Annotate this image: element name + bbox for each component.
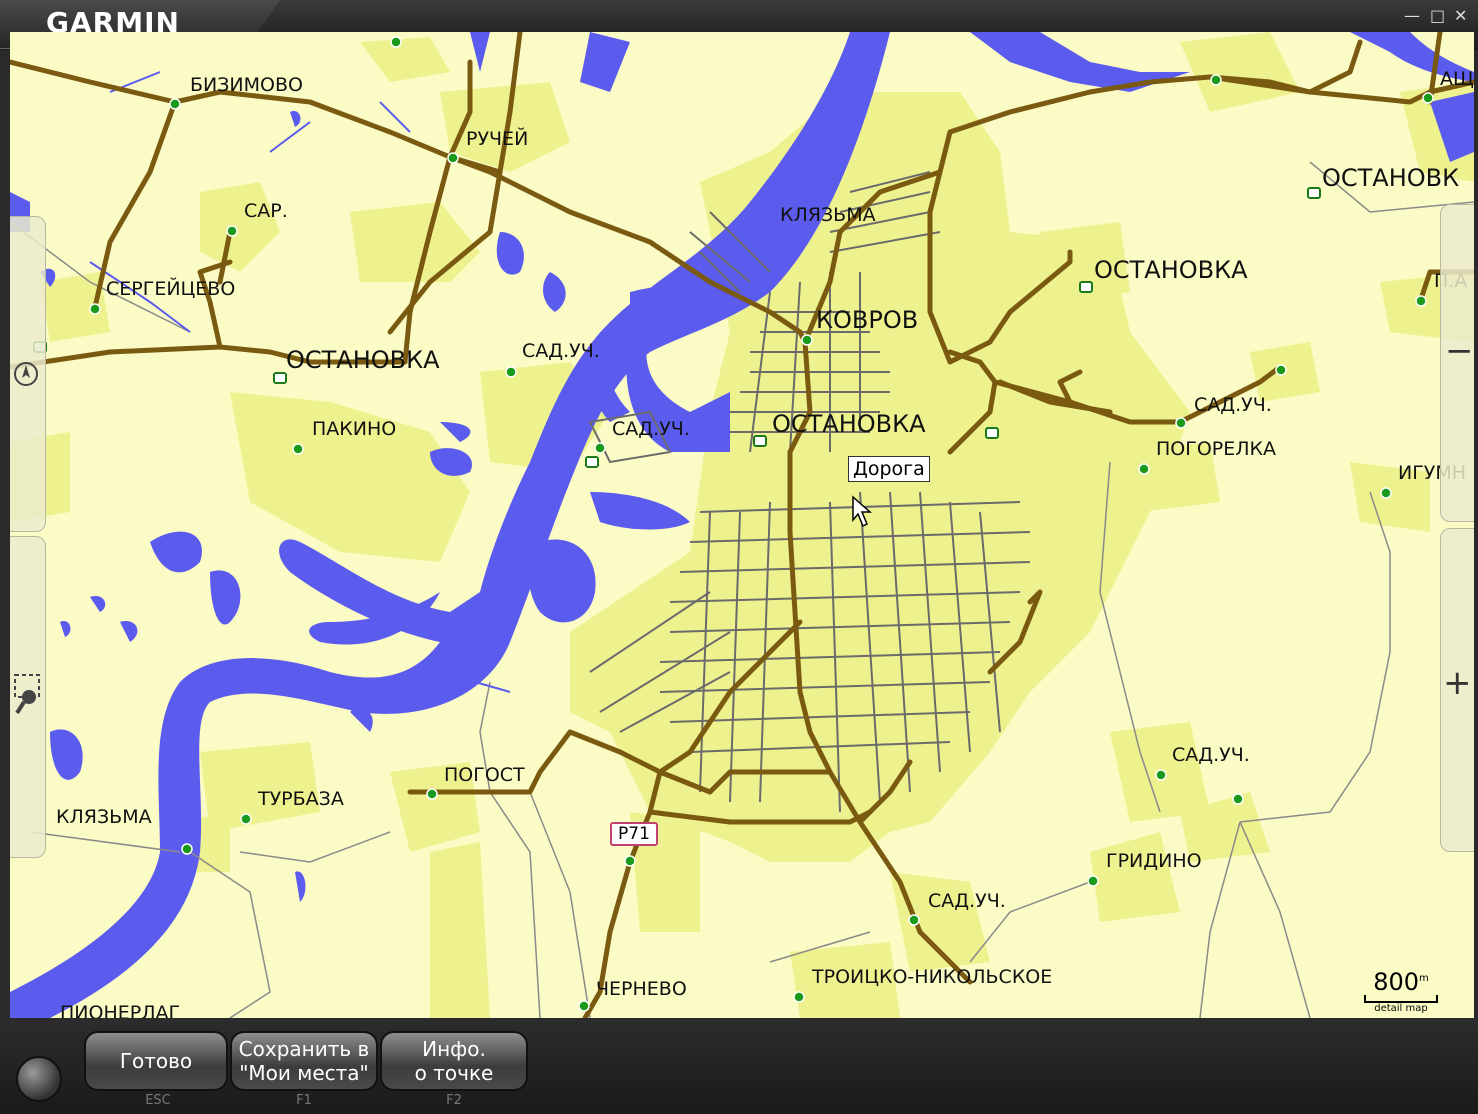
menu-orb-button[interactable] xyxy=(16,1056,62,1102)
place-label: ОСТАНОВКА xyxy=(772,410,926,438)
close-button[interactable]: ✕ xyxy=(1454,6,1467,25)
place-label: БИЗИМОВО xyxy=(190,74,303,96)
place-label: ПОГОСТ xyxy=(444,764,525,786)
place-label: ГРИДИНО xyxy=(1106,850,1202,872)
save-to-places-button[interactable]: Сохранить в "Мои места" xyxy=(230,1031,378,1091)
place-label: ОСТАНОВКА xyxy=(1094,256,1248,284)
save-shortcut: F1 xyxy=(296,1093,312,1108)
place-label: ТРОИЦКО-НИКОЛЬСКОЕ xyxy=(812,966,1053,988)
place-label: РУЧЕЙ xyxy=(466,128,529,150)
place-label: АЩ xyxy=(1440,68,1474,90)
place-label: КЛЯЗЬМА xyxy=(56,806,152,828)
place-label: САД.УЧ. xyxy=(1194,394,1272,416)
done-button[interactable]: Готово xyxy=(84,1031,228,1091)
restore-button[interactable]: □ xyxy=(1430,6,1445,25)
scale-bar: 800m detail map xyxy=(1362,966,1440,1014)
compass-icon[interactable] xyxy=(13,361,39,387)
place-label: ЧЕРНЕВО xyxy=(596,978,687,1000)
done-shortcut: ESC xyxy=(145,1093,171,1108)
place-label: ТУРБАЗА xyxy=(258,788,344,810)
left-panel-bottom xyxy=(10,536,46,858)
place-label: САД.УЧ. xyxy=(928,890,1006,912)
city-label: КОВРОВ xyxy=(816,306,919,334)
zoom-in-panel[interactable]: + xyxy=(1440,528,1474,852)
zoom-out-button[interactable]: − xyxy=(1445,331,1474,371)
place-label: САД.УЧ. xyxy=(1172,744,1250,766)
place-label: СЕРГЕЙЦЕВО xyxy=(106,278,236,300)
point-info-button[interactable]: Инфо. о точке xyxy=(380,1031,528,1091)
minimize-button[interactable]: — xyxy=(1404,6,1420,25)
zoom-in-button[interactable]: + xyxy=(1443,663,1472,703)
left-panel-top xyxy=(10,216,46,532)
place-label: ОСТАНОВК xyxy=(1322,164,1460,192)
place-label: ПОГОРЕЛКА xyxy=(1156,438,1277,460)
urban-areas xyxy=(10,32,1474,1018)
place-label: ОСТАНОВКА xyxy=(286,346,440,374)
zoom-out-panel[interactable]: − xyxy=(1440,204,1474,522)
road-tooltip: Дорога xyxy=(848,456,930,482)
place-label: КЛЯЗЬМА xyxy=(780,204,876,226)
map-canvas xyxy=(10,32,1474,1018)
route-shield: Р71 xyxy=(610,822,658,846)
place-label: ПАКИНО xyxy=(312,418,397,440)
info-shortcut: F2 xyxy=(446,1093,462,1108)
place-label: САД.УЧ. xyxy=(612,418,690,440)
place-label: САР. xyxy=(244,200,288,222)
place-label: САД.УЧ. xyxy=(522,340,600,362)
place-label: ПИОНЕРЛАГ xyxy=(60,1002,181,1018)
map-view[interactable]: БИЗИМОВО РУЧЕЙ САР. СЕРГЕЙЦЕВО ОСТАНОВКА… xyxy=(10,32,1474,1018)
magnifier-icon[interactable] xyxy=(13,673,43,717)
